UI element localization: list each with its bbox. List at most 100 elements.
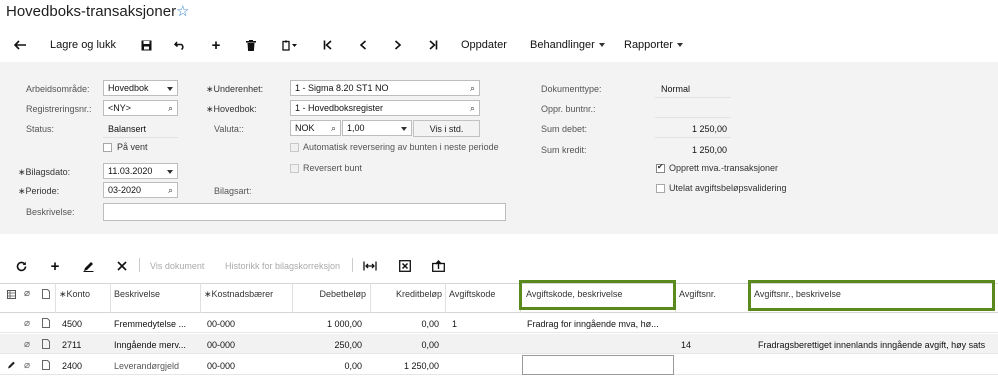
- cell-cost-center[interactable]: 00-000: [207, 340, 235, 350]
- attachment-icon[interactable]: ⌀: [24, 360, 30, 371]
- separator: [352, 258, 353, 272]
- search-icon[interactable]: ⌕: [470, 83, 475, 94]
- col-description[interactable]: Beskrivelse: [114, 289, 160, 299]
- last-record-icon[interactable]: [425, 37, 441, 53]
- save-close-button[interactable]: Lagre og lukk: [50, 37, 116, 53]
- view-std-button[interactable]: Vis i std.: [413, 120, 480, 137]
- cell-description[interactable]: Inngående merv...: [114, 340, 196, 350]
- chevron-down-icon: [401, 127, 407, 131]
- search-icon[interactable]: ⌕: [331, 123, 336, 134]
- cell-debit[interactable]: 0,00: [292, 361, 362, 371]
- cell-tax-no[interactable]: 14: [681, 340, 691, 350]
- actions-menu[interactable]: Behandlinger: [530, 37, 605, 53]
- excel-export-icon[interactable]: [397, 259, 413, 273]
- period-field[interactable]: 03-2020 ⌕: [103, 182, 178, 198]
- table-row[interactable]: ⌀ 2711 Inngående merv... 00-000 250,00 0…: [0, 334, 998, 354]
- date-value: 11.03.2020: [108, 166, 153, 176]
- period-value: 03-2020: [108, 185, 142, 195]
- next-record-icon[interactable]: [390, 37, 406, 53]
- note-icon: [42, 289, 50, 299]
- attachment-icon[interactable]: ⌀: [24, 339, 30, 350]
- actions-menu-label: Behandlinger: [530, 39, 595, 51]
- note-icon[interactable]: [42, 339, 50, 349]
- cell-account[interactable]: 2711: [62, 340, 81, 350]
- delete-icon[interactable]: [243, 37, 259, 53]
- workspace-value: Hovedbok: [108, 83, 149, 93]
- cell-cost-center[interactable]: 00-000: [207, 319, 235, 329]
- add-icon[interactable]: +: [208, 37, 224, 54]
- note-icon[interactable]: [42, 360, 50, 370]
- date-label: Bilagsdato:: [18, 167, 71, 178]
- table-row[interactable]: ⌀ 4500 Fremmedytelse ... 00-000 1 000,00…: [0, 313, 998, 333]
- attachment-icon[interactable]: ⌀: [24, 318, 30, 329]
- first-record-icon[interactable]: [320, 37, 336, 53]
- cell-credit[interactable]: 0,00: [370, 340, 439, 350]
- table-row[interactable]: ⌀ 2400 Leverandørgjeld 00-000 0,00 1 250…: [0, 355, 998, 375]
- row-selector-icon[interactable]: [7, 290, 16, 299]
- correction-history-button[interactable]: Historikk for bilagskorreksjon: [225, 261, 340, 271]
- refresh-icon[interactable]: [14, 259, 28, 273]
- edit-row-icon[interactable]: [7, 360, 15, 369]
- reversed-checkbox[interactable]: [290, 164, 299, 173]
- tax-code-desc-editor[interactable]: [522, 355, 674, 375]
- upload-icon[interactable]: [430, 259, 446, 273]
- description-field[interactable]: [103, 203, 506, 221]
- cell-description[interactable]: Fremmedytelse ...: [114, 319, 196, 329]
- sum-debit-value: 1 250,00: [691, 124, 727, 134]
- cell-tax-code-desc[interactable]: Fradrag for inngående mva, hø...: [527, 319, 672, 329]
- regno-label: Registreringsnr.:: [26, 104, 92, 114]
- update-button[interactable]: Oppdater: [461, 37, 507, 53]
- save-icon[interactable]: [138, 37, 154, 53]
- note-icon[interactable]: [42, 318, 50, 328]
- ledger-field[interactable]: 1 - Hovedboksregister ⌕: [290, 100, 480, 116]
- regno-field[interactable]: <NY> ⌕: [103, 100, 178, 116]
- skip-validation-checkbox[interactable]: [656, 184, 665, 193]
- sum-credit-value: 1 250,00: [691, 145, 727, 155]
- subunit-field[interactable]: 1 - Sigma 8.20 ST1 NO ⌕: [290, 80, 480, 96]
- currency-field[interactable]: NOK ⌕: [290, 120, 341, 136]
- back-arrow-icon[interactable]: [12, 37, 28, 53]
- col-account[interactable]: Konto: [59, 289, 91, 300]
- fit-columns-icon[interactable]: [362, 259, 378, 273]
- status-value: Balansert: [108, 124, 147, 134]
- cell-account[interactable]: 2400: [62, 361, 82, 371]
- col-debit[interactable]: Debetbeløp: [292, 289, 366, 299]
- cell-credit[interactable]: 0,00: [370, 319, 439, 329]
- previous-record-icon[interactable]: [355, 37, 371, 53]
- onhold-checkbox[interactable]: [103, 143, 112, 152]
- cell-debit[interactable]: 1 000,00: [292, 319, 362, 329]
- cell-debit[interactable]: 250,00: [292, 340, 362, 350]
- col-credit[interactable]: Kreditbeløp: [370, 289, 442, 299]
- view-document-button[interactable]: Vis dokument: [150, 261, 204, 271]
- create-vat-checkbox[interactable]: [656, 162, 665, 173]
- chevron-down-icon: [167, 170, 173, 174]
- subunit-label: Underenhet:: [206, 84, 264, 95]
- search-icon[interactable]: ⌕: [168, 103, 173, 114]
- delete-row-icon[interactable]: [115, 259, 129, 273]
- reports-menu[interactable]: Rapporter: [624, 37, 683, 53]
- auto-reverse-checkbox[interactable]: [290, 143, 299, 152]
- copy-paste-icon[interactable]: [280, 37, 298, 53]
- sum-debit-label: Sum debet:: [541, 124, 588, 134]
- subunit-value: 1 - Sigma 8.20 ST1 NO: [295, 83, 389, 93]
- edit-icon[interactable]: [81, 259, 95, 273]
- col-tax-no[interactable]: Avgiftsnr.: [679, 289, 716, 299]
- cell-description[interactable]: Leverandørgjeld: [114, 361, 196, 371]
- highlight-tax-code-desc: [519, 280, 676, 310]
- add-row-icon[interactable]: +: [48, 258, 62, 275]
- col-tax-code[interactable]: Avgiftskode: [449, 289, 495, 299]
- favorite-star-icon[interactable]: ☆: [176, 2, 189, 20]
- search-icon[interactable]: ⌕: [470, 103, 475, 114]
- col-cost-center[interactable]: Kostnadsbærer: [204, 289, 274, 300]
- cell-credit[interactable]: 1 250,00: [370, 361, 439, 371]
- cell-account[interactable]: 4500: [62, 319, 82, 329]
- cell-cost-center[interactable]: 00-000: [207, 361, 235, 371]
- search-icon[interactable]: ⌕: [168, 185, 173, 196]
- undo-icon[interactable]: [172, 37, 188, 53]
- cell-tax-code[interactable]: 1: [452, 319, 457, 329]
- workspace-select[interactable]: Hovedbok: [103, 80, 178, 96]
- date-field[interactable]: 11.03.2020: [103, 163, 178, 179]
- rate-field[interactable]: 1,00: [342, 120, 412, 136]
- cell-tax-no-desc[interactable]: Fradragsberettiget innenlands inngående …: [758, 340, 996, 350]
- ledger-value: 1 - Hovedboksregister: [295, 103, 384, 113]
